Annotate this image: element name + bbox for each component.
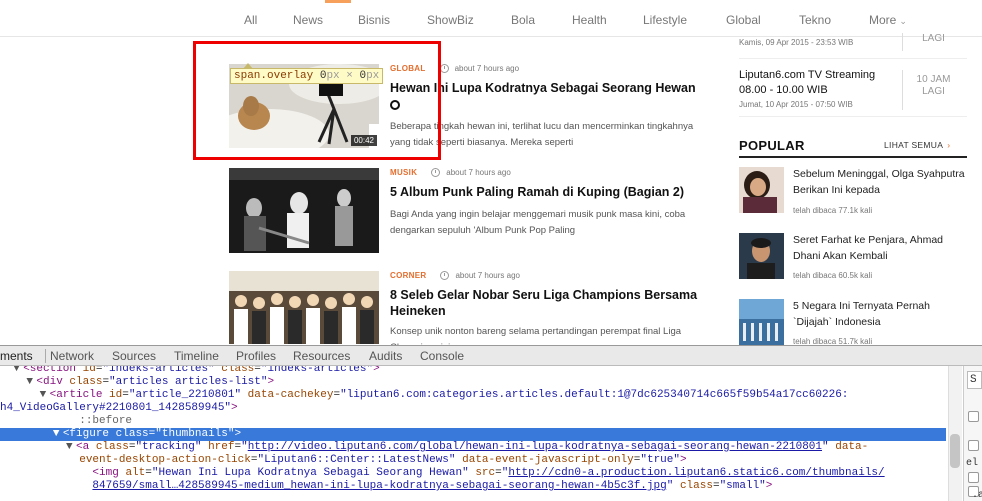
devtools-tab-bar: ments Network Sources Timeline Profiles … — [0, 346, 982, 366]
nav-item-all[interactable]: All — [244, 13, 257, 27]
article-thumbnail[interactable] — [229, 271, 379, 344]
live-item-date: Jumat, 10 Apr 2015 - 07:50 WIB — [739, 100, 853, 109]
popular-item-title[interactable]: 5 Negara Ini Ternyata Pernah `Dijajah` I… — [793, 298, 968, 330]
popular-thumbnail[interactable] — [739, 167, 784, 213]
article-time: about 7 hours ago — [446, 168, 511, 177]
tab-console[interactable]: Console — [420, 349, 464, 363]
dom-tree: ▼ <section id="indeks-articles" class="in… — [0, 366, 946, 501]
live-countdown-text: LAGI — [922, 86, 945, 97]
dom-node-line[interactable]: <img alt="Hewan Ini Lupa Kodratnya Sebag… — [0, 467, 946, 480]
popular-see-all-link[interactable]: LIHAT SEMUA › — [884, 140, 950, 150]
group-photo-thumbnail-image — [229, 271, 379, 344]
highlight-box-article — [193, 41, 441, 160]
dom-node-line[interactable]: ▼ <a class="tracking" href="http://video.… — [0, 441, 946, 454]
article-time: about 7 hours ago — [455, 271, 520, 280]
popular-item-title[interactable]: Seret Farhat ke Penjara, Ahmad Dhani Aka… — [793, 232, 968, 264]
dom-node-line[interactable]: ▼ <div class="articles articles-list"> — [0, 376, 946, 389]
article-title[interactable]: 8 Seleb Gelar Nobar Seru Liga Champions … — [390, 287, 700, 319]
dom-node-line[interactable]: ▼ <section id="indeks-articles" class="in… — [0, 366, 946, 376]
building-photo-image — [739, 299, 784, 345]
nav-accent-bar — [325, 0, 351, 3]
nav-item-tekno[interactable]: Tekno — [799, 13, 831, 27]
clock-icon — [440, 271, 450, 280]
dom-node-line-selected[interactable]: ▼ <figure class="thumbnails"> — [0, 428, 946, 441]
tab-resources[interactable]: Resources — [293, 349, 350, 363]
nav-item-showbiz[interactable]: ShowBiz — [427, 13, 474, 27]
nav-more-label: More — [869, 13, 897, 27]
popular-see-all-label: LIHAT SEMUA — [884, 140, 944, 150]
nav-item-global[interactable]: Global — [726, 13, 761, 27]
article-description: Bagi Anda yang ingin belajar menggemari … — [390, 209, 686, 236]
tab-elements[interactable]: ments — [0, 349, 33, 363]
popular-heading: POPULAR — [739, 138, 805, 153]
live-item-time: 08.00 - 10.00 WIB — [739, 84, 828, 96]
tab-network[interactable]: Network — [50, 349, 94, 363]
clock-icon — [431, 168, 441, 177]
nav-item-lifestyle[interactable]: Lifestyle — [643, 13, 687, 27]
dom-node-line: 847659/small…428589945-medium_hewan-ini-… — [92, 480, 773, 492]
article-time: about 7 hours ago — [454, 64, 520, 73]
tab-separator — [45, 349, 46, 363]
popular-thumbnail[interactable] — [739, 233, 784, 279]
article-category[interactable]: MUSIK — [390, 168, 417, 177]
sidebar-divider — [739, 58, 967, 59]
article-category[interactable]: CORNER — [390, 271, 426, 280]
dom-node-line: h4_VideoGallery#2210801_1428589945"> — [0, 402, 238, 414]
live-countdown-badge: 10 JAM LAGI — [902, 70, 964, 110]
popular-underline — [739, 156, 967, 158]
side-pane-checkbox[interactable] — [968, 440, 979, 451]
side-pane-checkbox[interactable] — [968, 472, 979, 483]
chevron-down-icon: ⌄ — [899, 16, 907, 26]
nav-item-more[interactable]: More ⌄ — [869, 13, 907, 27]
article-title[interactable]: 5 Album Punk Paling Ramah di Kuping (Bag… — [390, 184, 700, 200]
tab-timeline[interactable]: Timeline — [174, 349, 219, 363]
nav-item-bola[interactable]: Bola — [511, 13, 535, 27]
top-navigation: All News Bisnis ShowBiz Bola Health Life… — [0, 0, 982, 37]
nav-item-bisnis[interactable]: Bisnis — [358, 13, 390, 27]
chevron-right-icon: › — [947, 140, 951, 150]
person-photo-image — [739, 233, 784, 279]
person-photo-image — [739, 167, 784, 213]
dom-node-line: event-desktop-action-click="Liputan6::Ce… — [79, 454, 687, 466]
nav-item-news[interactable]: News — [293, 13, 323, 27]
tab-sources[interactable]: Sources — [112, 349, 156, 363]
live-countdown-badge: LAGI — [902, 33, 964, 51]
styles-filter-input[interactable] — [967, 371, 982, 389]
concert-thumbnail-image — [229, 168, 379, 253]
article-meta: MUSIK about 7 hours ago — [390, 168, 511, 177]
live-countdown-hours: 10 JAM — [916, 74, 951, 85]
article-thumbnail[interactable] — [229, 168, 379, 253]
popular-item-reads: telah dibaca 60.5k kali — [793, 271, 873, 280]
popular-item-reads: telah dibaca 77.1k kali — [793, 206, 873, 215]
live-item-date: Kamis, 09 Apr 2015 - 23:53 WIB — [739, 38, 854, 47]
popular-thumbnail[interactable] — [739, 299, 784, 345]
tab-profiles[interactable]: Profiles — [236, 349, 276, 363]
nav-item-health[interactable]: Health — [572, 13, 607, 27]
live-countdown-text: LAGI — [922, 33, 945, 44]
side-pane-label: .a — [972, 490, 982, 501]
side-pane-label: el — [966, 458, 979, 469]
popular-item-title[interactable]: Sebelum Meninggal, Olga Syahputra Berika… — [793, 166, 968, 198]
tab-audits[interactable]: Audits — [369, 349, 402, 363]
side-pane-checkbox[interactable] — [968, 411, 979, 422]
dom-node-line[interactable]: ▼ <article id="article_2210801" data-cach… — [0, 389, 946, 402]
dom-node-line[interactable]: ::before — [0, 415, 946, 428]
scrollbar-thumb[interactable] — [950, 434, 960, 468]
sidebar-divider — [739, 116, 967, 117]
devtools-panel: ments Network Sources Timeline Profiles … — [0, 345, 982, 501]
article-meta: CORNER about 7 hours ago — [390, 271, 520, 280]
live-item-title[interactable]: Liputan6.com TV Streaming — [739, 69, 875, 81]
